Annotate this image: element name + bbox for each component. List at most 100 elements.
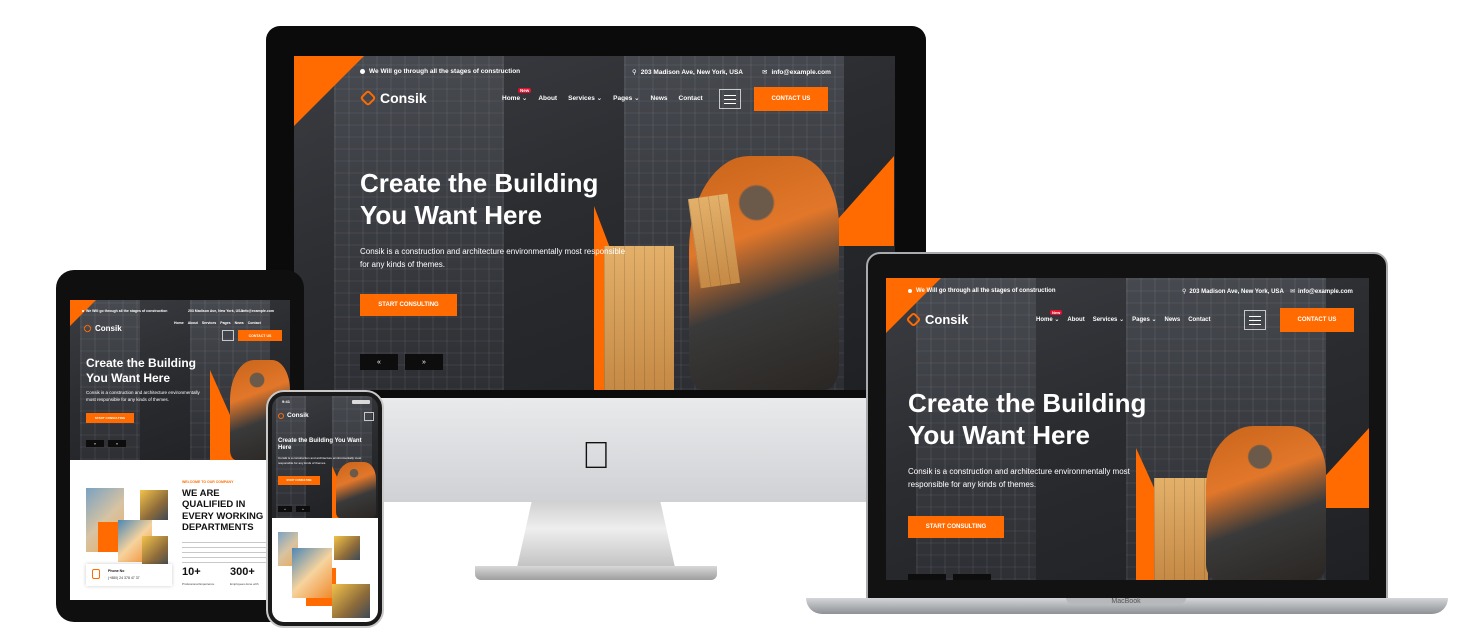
phone-label: Phone No (108, 569, 125, 573)
location-pin-icon (360, 69, 365, 74)
slider-next-button[interactable]: » (296, 506, 310, 512)
nav-pages[interactable]: Pages (220, 321, 230, 325)
status-time: 9:41 (282, 399, 291, 404)
phone-value: (+880) 24 378 47 37 (108, 576, 140, 580)
slider-prev-button[interactable]: « (86, 440, 104, 447)
new-badge: New (1050, 310, 1063, 315)
nav-pages-label: Pages (613, 95, 633, 102)
stat-experience-value: 10+ (182, 566, 201, 578)
hero-title-line2: You Want Here (86, 370, 171, 385)
section-eyebrow: WELCOME TO OUR COMPANY (182, 480, 234, 484)
topbar-email[interactable]: ✉ info@example.com (1290, 288, 1353, 296)
slider-next-button[interactable]: » (405, 354, 443, 370)
menu-toggle-button[interactable] (364, 412, 374, 421)
nav-services[interactable]: Services ⌄ (1093, 316, 1124, 323)
contact-us-button[interactable]: CONTACT US (1280, 308, 1354, 332)
tagline-text: We Will go through all the stages of con… (916, 288, 1056, 294)
worker-photo-small (140, 490, 168, 520)
nav-home-label: Home (502, 95, 521, 102)
heading-line3: EVERY WORKING (182, 510, 264, 522)
heading-line2: QUALIFIED IN (182, 499, 246, 511)
mail-icon: ✉ (1290, 289, 1296, 295)
nav-services[interactable]: Services ⌄ (568, 94, 602, 102)
nav-news[interactable]: News (1165, 317, 1181, 323)
start-consulting-button[interactable]: START CONSULTING (360, 294, 457, 316)
start-consulting-button[interactable]: START CONSULTING (86, 413, 134, 423)
location-pin-icon (908, 289, 912, 293)
nav-contact[interactable]: Contact (248, 321, 261, 325)
consik-logo-icon (359, 89, 377, 107)
nav-pages[interactable]: Pages ⌄ (1132, 316, 1156, 323)
start-consulting-button[interactable]: START CONSULTING (908, 516, 1004, 538)
macbook-screen: We Will go through all the stages of con… (886, 278, 1369, 580)
nav-news[interactable]: News (651, 95, 668, 102)
topbar-email[interactable]: info@example.com (242, 309, 274, 313)
new-badge: New (518, 88, 532, 93)
consik-logo-icon (82, 323, 93, 334)
site-logo[interactable]: Consik (359, 89, 427, 107)
nav-contact[interactable]: Contact (679, 95, 703, 102)
nav-pages[interactable]: Pages ⌄ (613, 94, 639, 102)
nav-home-label: Home (1036, 317, 1053, 323)
nav-home[interactable]: Home ⌄ (502, 94, 527, 102)
worker-photo (1206, 426, 1326, 580)
macbook-label: MacBook (1111, 598, 1141, 605)
main-nav: Home ⌄ About Services ⌄ Pages ⌄ News Con… (502, 94, 703, 103)
site-logo[interactable]: Consik (905, 311, 969, 328)
hero-text-line1: Consik is a construction and architectur… (908, 467, 1130, 476)
topbar-address: 203 Madison Ave, New York, USA (188, 309, 243, 313)
consik-logo-icon (905, 311, 922, 328)
logo-text: Consik (380, 90, 427, 106)
hero-title: Create the Building You Want Here (360, 168, 598, 231)
nav-services-label: Services (1092, 317, 1118, 323)
iphone-about-section (272, 518, 378, 622)
slider-prev-button[interactable]: « (278, 506, 292, 512)
worker-photo-small (332, 584, 370, 618)
phone-icon (92, 569, 100, 579)
hero-title-line2: You Want Here (908, 419, 1091, 450)
start-consulting-button[interactable]: START CONSULTING (278, 476, 320, 485)
nav-services[interactable]: Services (202, 321, 216, 325)
phone-card[interactable]: Phone No (+880) 24 378 47 37 (86, 564, 172, 586)
contact-us-button[interactable]: CONTACT US (754, 87, 828, 111)
hero-description: Consik is a construction and architectur… (908, 466, 1198, 492)
map-pin-icon: ⚲ (1182, 289, 1187, 295)
nav-contact[interactable]: Contact (1188, 317, 1210, 323)
topbar-address: ⚲ 203 Madison Ave, New York, USA (1182, 288, 1284, 296)
worker-photo (336, 462, 376, 518)
topbar-email[interactable]: ✉ info@example.com (762, 68, 831, 77)
hero-title-line1: Create the Building (360, 168, 599, 198)
address-text: 203 Madison Ave, New York, USA (640, 68, 743, 76)
nav-home[interactable]: Home (174, 321, 184, 325)
nav-news[interactable]: News (235, 321, 244, 325)
hero-title: Create the Building You Want Here (908, 388, 1146, 451)
imac-stand-neck (516, 500, 676, 572)
heading-line1: WE ARE (182, 488, 220, 499)
hero-text-line2: responsible for any kinds of themes. (908, 479, 1037, 489)
apple-logo-icon:  (580, 436, 612, 476)
mail-icon: ✉ (762, 69, 768, 76)
tagline-text: We Will go through all the stages of con… (86, 309, 168, 313)
slider-next-button[interactable]: » (108, 440, 126, 447)
nav-about[interactable]: About (188, 321, 198, 325)
contact-us-button[interactable]: CONTACT US (238, 330, 282, 341)
slider-prev-button[interactable]: « (360, 354, 398, 370)
menu-toggle-button[interactable] (222, 330, 234, 341)
menu-toggle-button[interactable] (1244, 310, 1266, 330)
stat-employees-label: Employees done with (230, 582, 259, 586)
nav-about[interactable]: About (1067, 317, 1084, 323)
site-logo[interactable]: Consik (82, 323, 122, 334)
status-icons (352, 400, 370, 404)
ipad-screen-hero: We Will go through all the stages of con… (70, 300, 290, 460)
menu-toggle-button[interactable] (719, 89, 741, 109)
nav-home[interactable]: Home ⌄ (1036, 316, 1059, 323)
site-logo[interactable]: Consik (276, 411, 309, 420)
slider-next-button[interactable]: » (953, 574, 991, 580)
iphone-screen-hero: 9:41 Consik Create the Building You Want… (272, 396, 378, 518)
logo-text: Consik (925, 312, 969, 327)
hero-title: Create the Building You Want Here (86, 356, 196, 385)
slider-prev-button[interactable]: « (908, 574, 946, 580)
topbar-address: ⚲ 203 Madison Ave, New York, USA (632, 68, 743, 77)
nav-about[interactable]: About (538, 95, 557, 102)
imac-stand-base (475, 566, 717, 580)
